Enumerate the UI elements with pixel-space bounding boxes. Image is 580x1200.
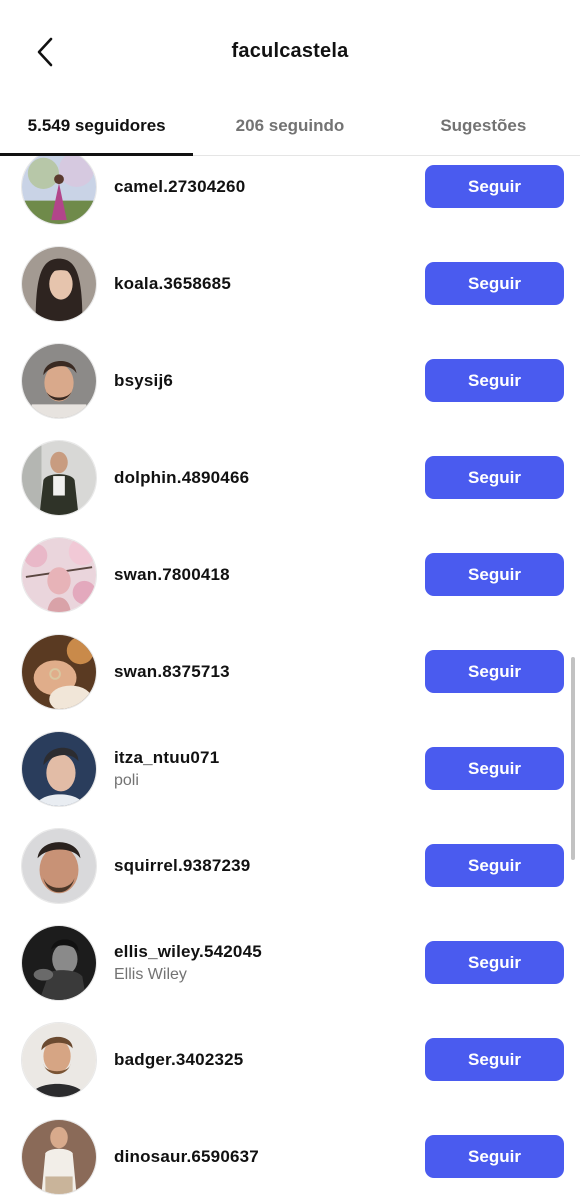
follow-button[interactable]: Seguir [425, 747, 564, 790]
user-names: swan.7800418 [114, 525, 414, 625]
user-names: camel.27304260 [114, 156, 414, 237]
avatar[interactable] [21, 634, 97, 710]
avatar[interactable] [21, 1119, 97, 1195]
username[interactable]: camel.27304260 [114, 177, 414, 197]
list-item: itza_ntuu071 poli Seguir [0, 719, 580, 816]
follow-button[interactable]: Seguir [425, 650, 564, 693]
avatar[interactable] [21, 440, 97, 516]
avatar[interactable] [21, 343, 97, 419]
avatar[interactable] [21, 1022, 97, 1098]
user-names: badger.3402325 [114, 1010, 414, 1110]
list-item: dinosaur.6590637 Seguir [0, 1107, 580, 1200]
username[interactable]: squirrel.9387239 [114, 856, 414, 876]
list-item: bsysij6 Seguir [0, 331, 580, 428]
list-item: koala.3658685 Seguir [0, 234, 580, 331]
list-item: dolphin.4890466 Seguir [0, 428, 580, 525]
header: faculcastela [0, 0, 580, 100]
user-names: dinosaur.6590637 [114, 1107, 414, 1200]
username[interactable]: ellis_wiley.542045 [114, 942, 414, 962]
follow-button[interactable]: Seguir [425, 1038, 564, 1081]
follow-button[interactable]: Seguir [425, 165, 564, 208]
tab-bar: 5.549 seguidores 206 seguindo Sugestões [0, 100, 580, 156]
full-name: poli [114, 772, 139, 789]
tab-following[interactable]: 206 seguindo [193, 100, 386, 155]
user-names: itza_ntuu071 poli [114, 719, 414, 819]
list-item: ellis_wiley.542045 Ellis Wiley Seguir [0, 913, 580, 1010]
scrollbar[interactable] [571, 657, 575, 860]
user-names: swan.8375713 [114, 622, 414, 722]
list-item: badger.3402325 Seguir [0, 1010, 580, 1107]
full-name: Ellis Wiley [114, 966, 187, 983]
list-item: camel.27304260 Seguir [0, 156, 580, 234]
avatar[interactable] [21, 537, 97, 613]
avatar[interactable] [21, 731, 97, 807]
follow-button[interactable]: Seguir [425, 262, 564, 305]
follow-button[interactable]: Seguir [425, 941, 564, 984]
follow-button[interactable]: Seguir [425, 844, 564, 887]
list-item: swan.8375713 Seguir [0, 622, 580, 719]
follow-button[interactable]: Seguir [425, 359, 564, 402]
username[interactable]: bsysij6 [114, 371, 414, 391]
username[interactable]: dinosaur.6590637 [114, 1147, 414, 1167]
avatar[interactable] [21, 156, 97, 225]
username[interactable]: swan.7800418 [114, 565, 414, 585]
username[interactable]: badger.3402325 [114, 1050, 414, 1070]
username[interactable]: dolphin.4890466 [114, 468, 414, 488]
avatar[interactable] [21, 925, 97, 1001]
username[interactable]: swan.8375713 [114, 662, 414, 682]
list-item: swan.7800418 Seguir [0, 525, 580, 622]
username[interactable]: itza_ntuu071 [114, 748, 414, 768]
user-names: ellis_wiley.542045 Ellis Wiley [114, 913, 414, 1013]
followers-list: camel.27304260 Seguir koala.3658685 Segu… [0, 156, 580, 1200]
tab-suggestions[interactable]: Sugestões [387, 100, 580, 155]
avatar[interactable] [21, 828, 97, 904]
tab-followers[interactable]: 5.549 seguidores [0, 100, 194, 156]
avatar[interactable] [21, 246, 97, 322]
username[interactable]: koala.3658685 [114, 274, 414, 294]
user-names: dolphin.4890466 [114, 428, 414, 528]
follow-button[interactable]: Seguir [425, 456, 564, 499]
page-title: faculcastela [231, 40, 349, 62]
user-names: bsysij6 [114, 331, 414, 431]
follow-button[interactable]: Seguir [425, 1135, 564, 1178]
list-item: squirrel.9387239 Seguir [0, 816, 580, 913]
follow-button[interactable]: Seguir [425, 553, 564, 596]
user-names: koala.3658685 [114, 234, 414, 334]
user-names: squirrel.9387239 [114, 816, 414, 916]
